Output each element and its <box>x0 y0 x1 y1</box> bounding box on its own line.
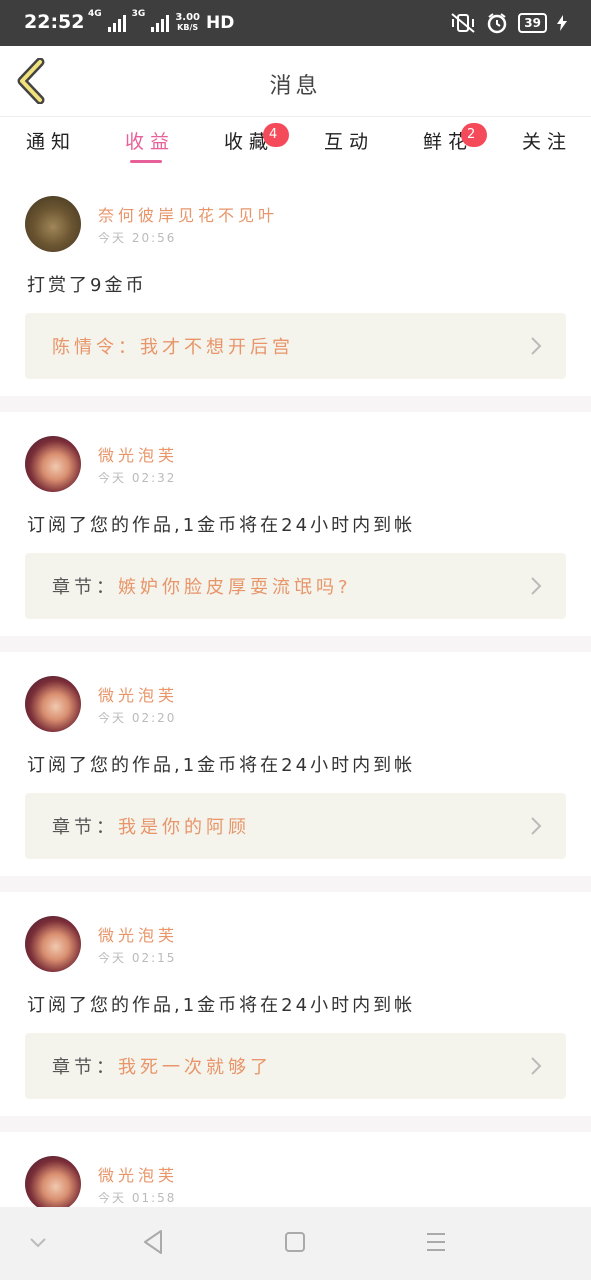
message-text: 订阅了您的作品,1金币将在24小时内到帐 <box>27 995 416 1016</box>
chapter-title: 我是你的阿顾 <box>118 817 250 838</box>
work-link[interactable]: 陈情令：我才不想开后宫 <box>25 313 566 379</box>
favorites-badge: 4 <box>263 123 290 147</box>
message-card[interactable]: 微光泡芙 今天 02:20 订阅了您的作品,1金币将在24小时内到帐 章节：我是… <box>0 652 591 874</box>
charging-icon <box>557 15 567 31</box>
chapter-link[interactable]: 章节：我死一次就够了 <box>25 1033 566 1099</box>
tab-favorites[interactable]: 收藏 4 <box>224 123 290 154</box>
message-card[interactable]: 奈何彼岸见花不见叶 今天 20:56 打赏了9金币 陈情令：我才不想开后宫 <box>0 172 591 394</box>
status-right: 39 <box>450 12 567 34</box>
chevron-right-icon <box>531 577 542 595</box>
sender-name[interactable]: 微光泡芙 <box>98 1162 178 1186</box>
battery-indicator: 39 <box>518 13 547 33</box>
home-square-icon[interactable] <box>285 1232 305 1252</box>
message-time: 今天 02:32 <box>98 471 177 485</box>
tab-follow[interactable]: 关注 <box>522 127 572 154</box>
chapter-label: 章节： <box>52 1057 118 1078</box>
status-time: 22:52 <box>24 11 85 33</box>
flowers-badge: 2 <box>461 123 488 147</box>
network-indicators: 4G 3G 3.00 KB/S HD <box>88 9 234 37</box>
hd-label: HD <box>206 13 235 33</box>
divider <box>0 396 591 412</box>
active-tab-indicator <box>130 160 162 163</box>
system-nav-bar <box>0 1207 591 1280</box>
chapter-title: 我死一次就够了 <box>118 1057 272 1078</box>
sender-name[interactable]: 微光泡芙 <box>98 682 178 706</box>
avatar[interactable] <box>25 916 81 972</box>
message-card[interactable]: 微光泡芙 今天 02:32 订阅了您的作品,1金币将在24小时内到帐 章节：嫉妒… <box>0 412 591 634</box>
sender-name[interactable]: 微光泡芙 <box>98 922 178 946</box>
avatar[interactable] <box>25 436 81 492</box>
message-time: 今天 02:20 <box>98 711 177 725</box>
message-time: 今天 02:15 <box>98 951 177 965</box>
tab-flowers[interactable]: 鲜花 2 <box>423 123 488 154</box>
chapter-title: 嫉妒你脸皮厚耍流氓吗? <box>118 577 352 598</box>
mute-vibrate-icon <box>451 13 475 33</box>
message-text: 订阅了您的作品,1金币将在24小时内到帐 <box>27 515 416 536</box>
chapter-label: 章节： <box>52 817 118 838</box>
tab-interactions[interactable]: 互动 <box>324 127 374 154</box>
avatar[interactable] <box>25 1156 81 1207</box>
sender-name[interactable]: 奈何彼岸见花不见叶 <box>98 202 278 226</box>
chevron-right-icon <box>531 817 542 835</box>
avatar[interactable] <box>25 196 81 252</box>
chapter-link[interactable]: 章节：嫉妒你脸皮厚耍流氓吗? <box>25 553 566 619</box>
back-triangle-icon[interactable] <box>141 1229 165 1255</box>
sender-name[interactable]: 微光泡芙 <box>98 442 178 466</box>
page-title: 消息 <box>269 74 322 99</box>
message-card[interactable]: 微光泡芙 今天 01:58 <box>0 1132 591 1207</box>
message-time: 今天 01:58 <box>98 1191 177 1205</box>
network-3g-label: 3G <box>131 9 146 19</box>
network-4g-label: 4G <box>88 9 102 19</box>
work-title: 陈情令：我才不想开后宫 <box>52 337 294 358</box>
avatar[interactable] <box>25 676 81 732</box>
message-time: 今天 20:56 <box>98 231 177 245</box>
chevron-right-icon <box>531 337 542 355</box>
divider <box>0 876 591 892</box>
alarm-icon <box>488 13 507 34</box>
collapse-icon[interactable] <box>29 1237 47 1249</box>
signal-icon <box>107 14 126 32</box>
chevron-right-icon <box>531 1057 542 1075</box>
message-text: 打赏了9金币 <box>27 275 147 296</box>
top-bar: 消息 <box>0 46 591 117</box>
tab-earnings[interactable]: 收益 <box>125 127 175 154</box>
tab-bar: 通知 收益 收藏 4 互动 鲜花 2 关注 <box>0 117 591 172</box>
divider <box>0 1116 591 1132</box>
divider <box>0 636 591 652</box>
network-speed: 3.00 KB/S <box>175 12 200 33</box>
message-card[interactable]: 微光泡芙 今天 02:15 订阅了您的作品,1金币将在24小时内到帐 章节：我死… <box>0 892 591 1114</box>
chapter-link[interactable]: 章节：我是你的阿顾 <box>25 793 566 859</box>
chapter-label: 章节： <box>52 577 118 598</box>
menu-icon[interactable] <box>425 1232 447 1252</box>
tab-notifications[interactable]: 通知 <box>26 127 76 154</box>
message-text: 订阅了您的作品,1金币将在24小时内到帐 <box>27 755 416 776</box>
signal-icon-2 <box>151 14 170 32</box>
status-bar: 22:52 4G 3G 3.00 KB/S HD 39 <box>0 0 591 46</box>
